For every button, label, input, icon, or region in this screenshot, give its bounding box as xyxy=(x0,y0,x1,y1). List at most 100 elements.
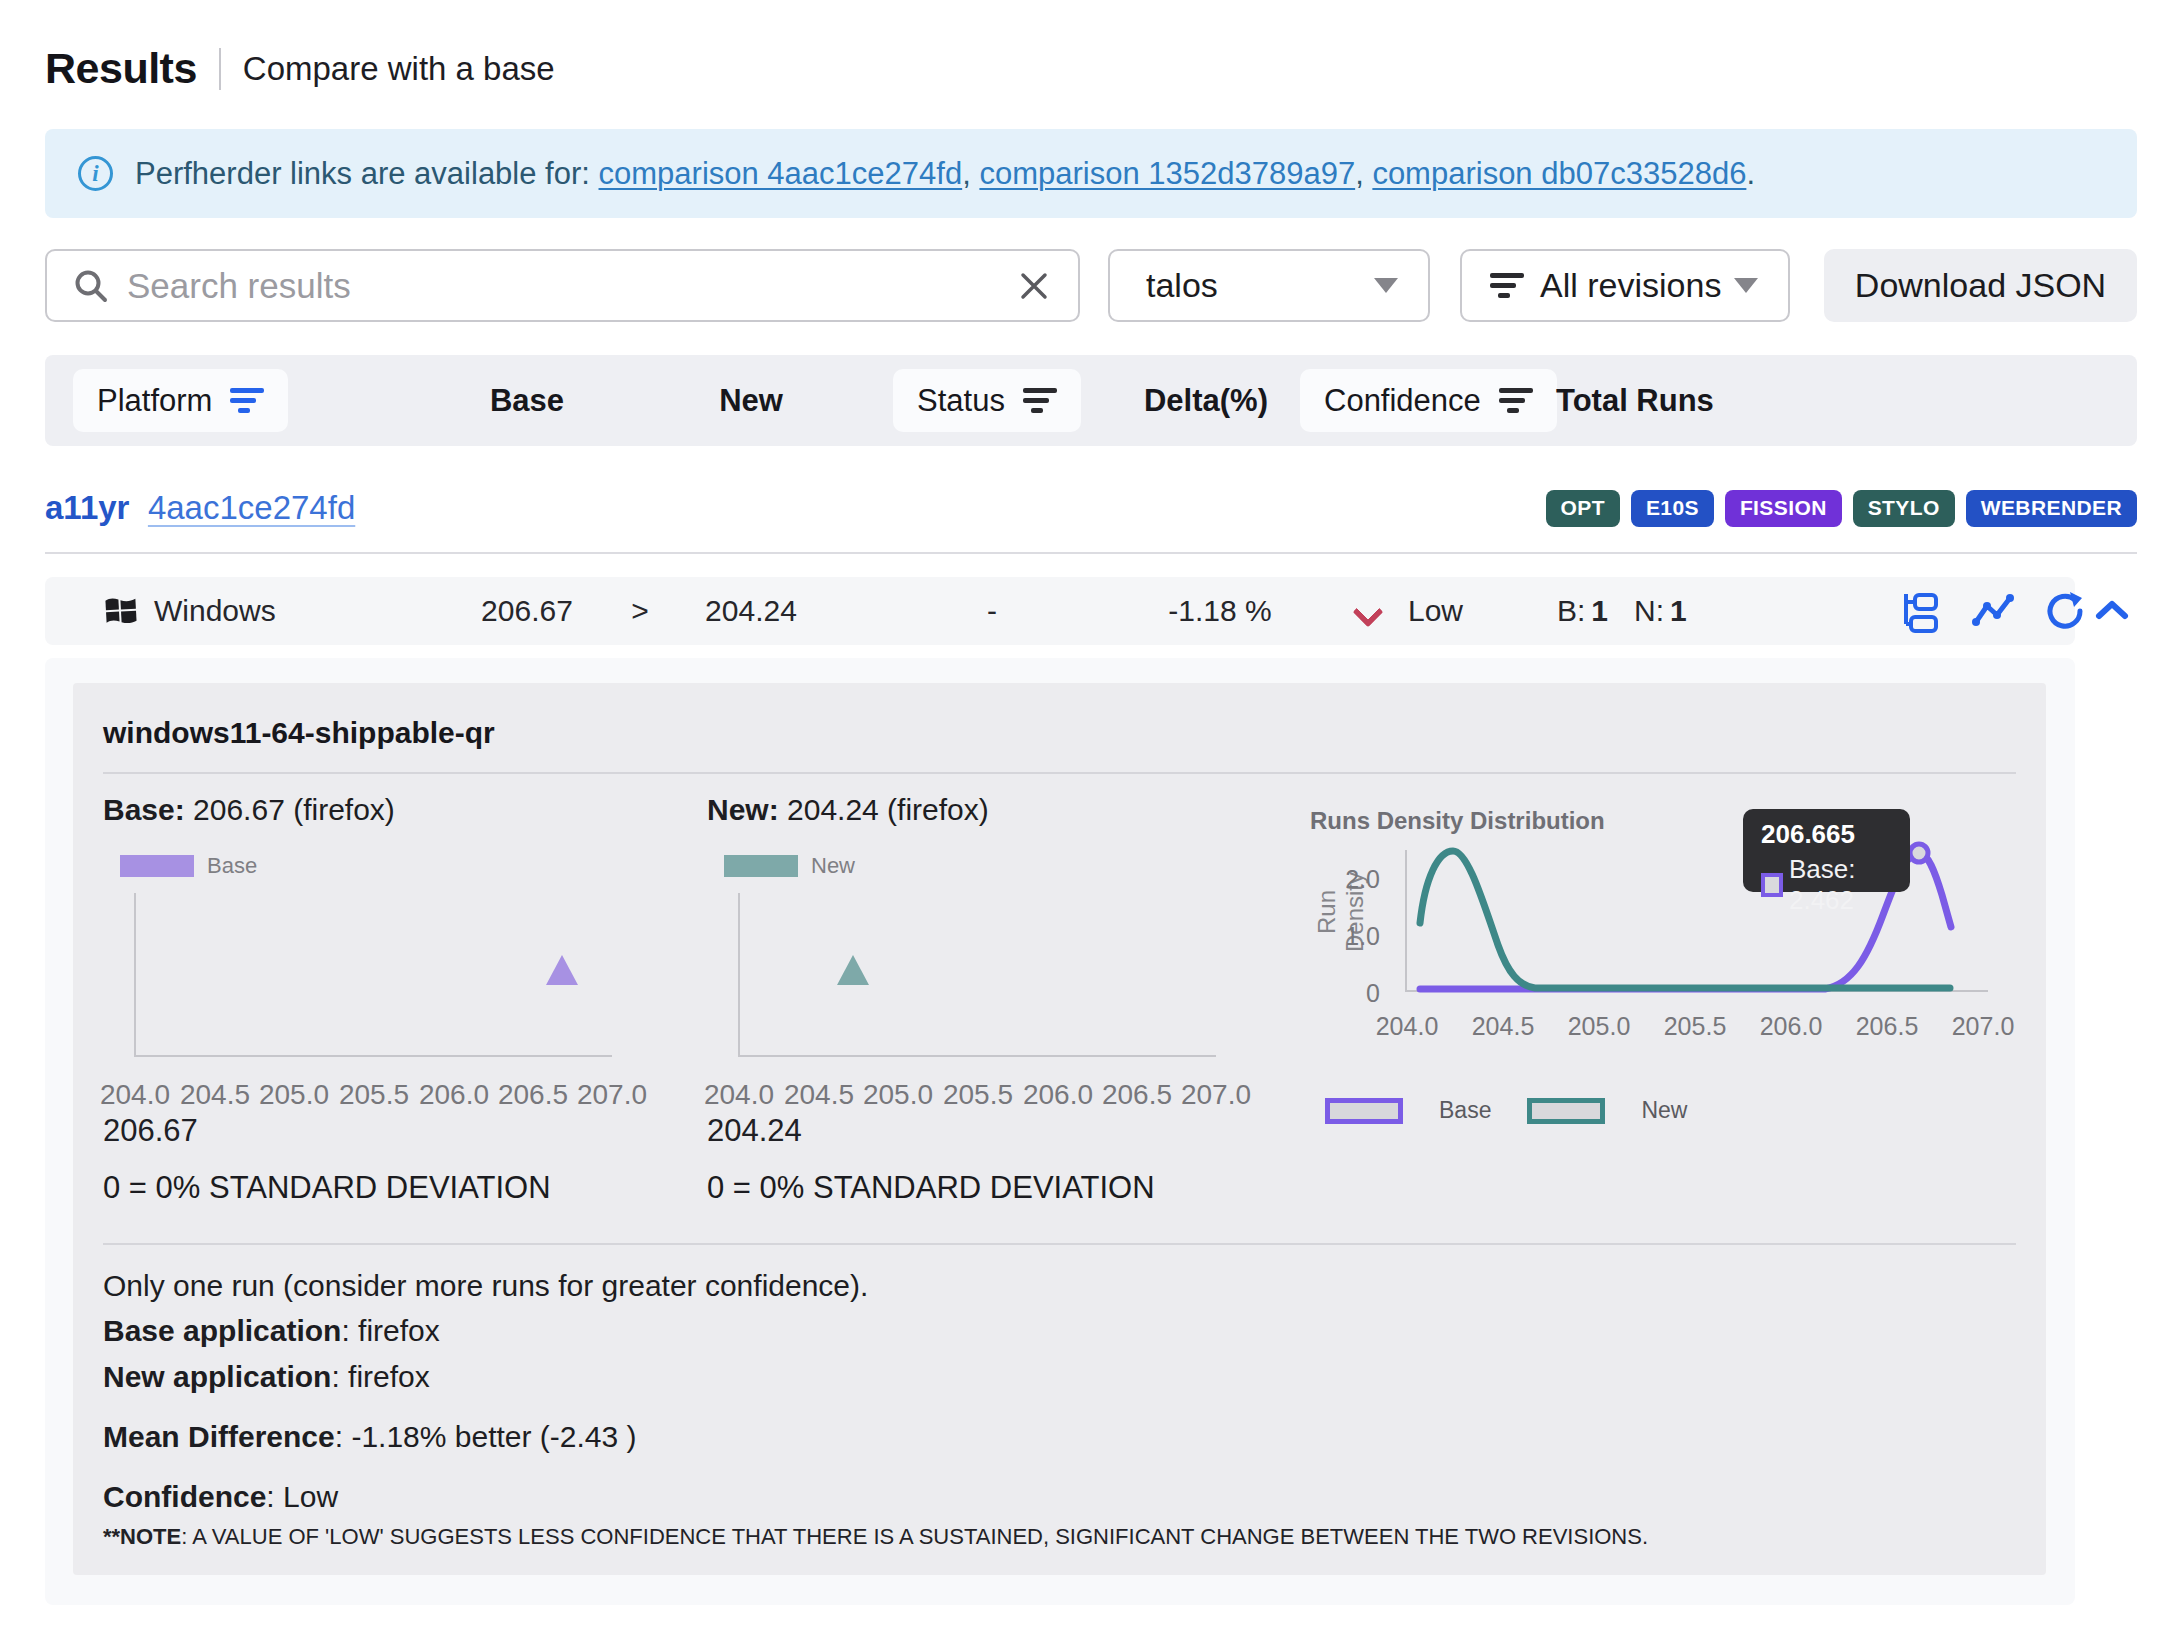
subtests-icon[interactable] xyxy=(1898,588,1944,634)
base-application-text: Base application: firefox xyxy=(103,1314,440,1348)
base-heading: Base: 206.67 (firefox) xyxy=(103,793,395,827)
tag-fission: FISSION xyxy=(1725,490,1842,527)
chart-tooltip: 206.665 Base: 2.462 xyxy=(1743,809,1910,892)
tag-opt: OPT xyxy=(1546,490,1620,527)
banner-sep-1: , xyxy=(962,156,979,191)
page-subtitle: Compare with a base xyxy=(243,50,555,88)
density-legend-new-swatch xyxy=(1527,1098,1605,1124)
tag-webrender: WEBRENDER xyxy=(1966,490,2137,527)
improvement-arrow-icon xyxy=(1355,577,1381,645)
graph-icon[interactable] xyxy=(1970,588,2016,634)
note-text: **NOTE: A VALUE OF 'LOW' SUGGESTS LESS C… xyxy=(103,1524,1648,1550)
new-chart xyxy=(738,893,1216,1057)
confidence-header-label: Confidence xyxy=(1324,383,1481,419)
title-divider xyxy=(219,48,221,90)
base-chart-xaxis: 204.0 204.5 205.0 205.5 206.0 206.5 207.… xyxy=(134,1079,654,1109)
framework-select[interactable]: talos xyxy=(1108,249,1430,322)
platform-result-row[interactable]: Windows 206.67 > 204.24 - -1.18 % Low B:… xyxy=(45,577,2075,645)
new-stddev-text: 0 = 0% STANDARD DEVIATION xyxy=(707,1170,1155,1206)
filter-icon xyxy=(1490,273,1524,299)
delta-column-header: Delta(%) xyxy=(1126,355,1286,446)
new-heading: New: 204.24 (firefox) xyxy=(707,793,989,827)
comparison-link-1[interactable]: comparison 4aac1ce274fd xyxy=(599,156,963,191)
hover-point-marker xyxy=(1910,844,1928,862)
base-value: 206.67 xyxy=(447,577,607,645)
platform-filter-button[interactable]: Platform xyxy=(73,369,288,432)
search-placeholder: Search results xyxy=(127,266,1018,306)
page-title: Results xyxy=(45,44,197,93)
panel-divider-bottom xyxy=(103,1243,2016,1245)
panel-divider-top xyxy=(103,772,2016,774)
tag-stylo: STYLO xyxy=(1853,490,1955,527)
filter-icon xyxy=(230,388,264,414)
results-page: Results Compare with a base i Perfherder… xyxy=(0,0,2162,1634)
confidence-filter-button[interactable]: Confidence xyxy=(1300,369,1557,432)
status-header-label: Status xyxy=(917,383,1005,419)
density-legend: Base New xyxy=(1325,1097,1711,1124)
results-table-header: Platform Base New Status Delta(%) Confid… xyxy=(45,355,2137,446)
banner-prefix: Perfherder links are available for: xyxy=(135,156,599,191)
new-value-text: 204.24 xyxy=(707,1113,802,1149)
search-input[interactable]: Search results xyxy=(45,249,1080,322)
direction-symbol: > xyxy=(600,577,680,645)
suite-name: a11yr xyxy=(45,489,129,526)
base-stddev-text: 0 = 0% STANDARD DEVIATION xyxy=(103,1170,551,1206)
new-chart-xaxis: 204.0 204.5 205.0 205.5 206.0 206.5 207.… xyxy=(738,1079,1258,1109)
confidence-text: Confidence: Low xyxy=(103,1480,338,1514)
clear-search-icon[interactable] xyxy=(1018,270,1050,302)
subtest-title: windows11-64-shippable-qr xyxy=(103,716,495,750)
chevron-down-icon xyxy=(1734,278,1758,293)
density-chart-title: Runs Density Distribution xyxy=(1310,807,1605,835)
base-chart xyxy=(134,893,612,1057)
banner-period: . xyxy=(1746,156,1755,191)
new-marker xyxy=(837,955,869,985)
suite-title: a11yr 4aac1ce274fd xyxy=(45,489,355,527)
base-legend-label: Base xyxy=(207,853,257,879)
download-json-button[interactable]: Download JSON xyxy=(1824,249,2137,322)
section-divider xyxy=(45,552,2137,554)
suite-revision-link[interactable]: 4aac1ce274fd xyxy=(148,489,355,526)
base-legend-swatch xyxy=(120,855,194,877)
tag-e10s: E10S xyxy=(1631,490,1714,527)
filter-icon xyxy=(1023,388,1057,414)
density-legend-base-label: Base xyxy=(1439,1097,1491,1124)
info-banner: i Perfherder links are available for: co… xyxy=(45,129,2137,218)
framework-value: talos xyxy=(1146,266,1218,305)
info-icon: i xyxy=(78,156,113,191)
new-legend-label: New xyxy=(811,853,855,879)
total-runs-value: B:1N:1 xyxy=(1557,577,1687,645)
subtest-detail-panel: windows11-64-shippable-qr Base: 206.67 (… xyxy=(73,683,2046,1575)
confidence-value: Low xyxy=(1408,577,1463,645)
base-legend: Base xyxy=(120,853,257,879)
chevron-down-icon xyxy=(1374,278,1398,293)
comparison-link-2[interactable]: comparison 1352d3789a97 xyxy=(979,156,1355,191)
collapse-chevron-icon[interactable] xyxy=(2094,596,2130,626)
new-column-header: New xyxy=(671,355,831,446)
tooltip-value: 206.665 xyxy=(1761,819,1910,850)
page-header: Results Compare with a base xyxy=(45,44,555,93)
suite-row: a11yr 4aac1ce274fd OPT E10S FISSION STYL… xyxy=(45,486,2137,530)
new-legend: New xyxy=(724,853,855,879)
status-filter-button[interactable]: Status xyxy=(893,369,1081,432)
base-value-text: 206.67 xyxy=(103,1113,198,1149)
new-application-text: New application: firefox xyxy=(103,1360,430,1394)
banner-sep-2: , xyxy=(1355,156,1372,191)
base-column-header: Base xyxy=(447,355,607,446)
revisions-select[interactable]: All revisions xyxy=(1460,249,1790,322)
platform-name: Windows xyxy=(154,594,276,628)
status-value: - xyxy=(952,577,1032,645)
filter-icon xyxy=(1499,388,1533,414)
suite-tags: OPT E10S FISSION STYLO WEBRENDER xyxy=(1546,490,2137,527)
download-json-label: Download JSON xyxy=(1855,266,2106,305)
platform-header-label: Platform xyxy=(97,383,212,419)
retrigger-icon[interactable] xyxy=(2042,588,2088,634)
delta-value: -1.18 % xyxy=(1140,577,1300,645)
revisions-value: All revisions xyxy=(1540,266,1721,305)
windows-logo-icon xyxy=(103,593,139,629)
banner-text: Perfherder links are available for: comp… xyxy=(135,156,1755,192)
new-legend-swatch xyxy=(724,855,798,877)
mean-difference-text: Mean Difference: -1.18% better (-2.43 ) xyxy=(103,1420,637,1454)
new-value: 204.24 xyxy=(671,577,831,645)
comparison-link-3[interactable]: comparison db07c33528d6 xyxy=(1372,156,1746,191)
density-legend-new-label: New xyxy=(1641,1097,1687,1124)
